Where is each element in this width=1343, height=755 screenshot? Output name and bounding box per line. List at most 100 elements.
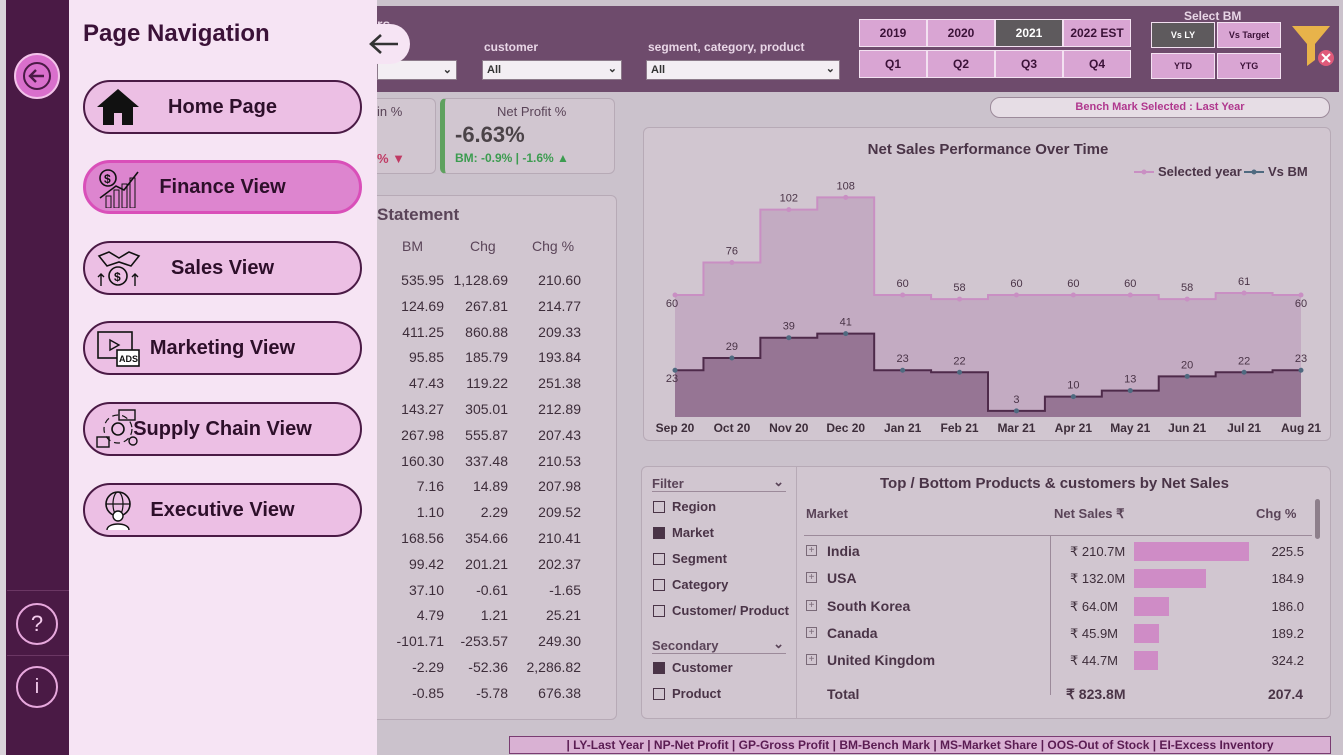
chevron-down-icon: ⌄ [773,636,784,651]
data-label: 60 [1295,298,1307,310]
nav-supply-chain-view[interactable]: Supply Chain View [83,402,362,456]
kpi-value: -6.63% [455,122,525,147]
bm-vs-target-button[interactable]: Vs Target [1217,22,1281,48]
tb-bar [1134,542,1249,561]
quarter-q3-button[interactable]: Q3 [995,50,1063,78]
scrollbar[interactable] [1315,499,1320,539]
kpi-card-net-profit: Net Profit % -6.63% BM: -0.9% | -1.6% ▲ [440,98,615,174]
nav-finance-view[interactable]: $ Finance View [83,160,362,214]
filter-option[interactable]: Segment [653,551,727,566]
pl-cell: 193.84 [538,349,581,366]
quarter-q4-button[interactable]: Q4 [1063,50,1131,78]
expand-plus-icon[interactable]: + [806,599,817,611]
checkbox[interactable] [653,578,665,591]
pl-cell: 7.16 [416,478,444,495]
tb-total-chg: 207.4 [1268,686,1304,702]
segment-dropdown[interactable]: All ⌄ [646,60,840,80]
close-nav-arrow-icon[interactable] [358,24,410,64]
checkbox[interactable] [653,552,665,565]
checkbox[interactable] [653,526,665,539]
filter-option[interactable]: Product [653,686,721,701]
bm-ytd-button[interactable]: YTD [1151,53,1215,79]
segment-label: segment, category, product [648,40,805,54]
pl-cell: -0.61 [476,581,508,598]
expand-plus-icon[interactable]: + [806,626,817,638]
x-tick-label: Jan 21 [884,421,922,435]
pl-cell: -101.71 [396,633,444,650]
filter-option[interactable]: Category [653,577,728,592]
info-icon[interactable]: i [16,666,58,708]
data-point [1013,408,1019,414]
tb-net-sales: ₹ 132.0M [1070,571,1126,587]
checkbox[interactable] [653,604,665,617]
back-arrow-icon[interactable] [14,53,60,99]
pl-cell: 2.29 [480,504,508,521]
help-icon[interactable]: ? [16,603,58,645]
pl-cell: 201.21 [465,555,508,572]
expand-plus-icon[interactable]: + [806,654,817,666]
tb-chg: 324.2 [1271,653,1304,669]
data-label: 13 [1124,374,1136,386]
data-point [1070,394,1076,400]
net-sales-chart: Net Sales Performance Over Time 60 76 102 10… [656,141,1322,435]
nav-marketing-view[interactable]: ADS Marketing View [83,321,362,375]
filter-option[interactable]: Market [653,525,714,540]
x-tick-label: May 21 [1110,421,1150,435]
clear-filters-icon[interactable] [1290,22,1334,68]
pl-cell: 337.48 [465,452,508,469]
x-tick-label: Nov 20 [769,421,809,435]
data-point [1127,388,1133,394]
x-tick-label: Aug 21 [1281,421,1321,435]
tb-chg: 189.2 [1271,625,1304,641]
kpi-sub: BM: -0.9% | -1.6% ▲ [455,151,569,165]
nav-home-page[interactable]: Home Page [83,80,362,134]
divider [7,590,69,591]
nav-sales-view[interactable]: $ Sales View [83,241,362,295]
x-tick-label: Sep 20 [656,421,695,435]
filter-option[interactable]: Customer [653,660,733,675]
quarter-q2-button[interactable]: Q2 [927,50,995,78]
pl-cell: 1,128.69 [453,272,509,288]
data-point [1184,296,1190,302]
pl-cell: 535.95 [401,272,444,288]
filter-option[interactable]: Customer/ Product [653,603,789,618]
year-2021-button[interactable]: 2021 [995,19,1063,47]
data-label: 58 [953,282,965,294]
tb-market-name: South Korea [827,597,911,614]
x-tick-label: Feb 21 [941,421,979,435]
data-label: 23 [666,373,678,385]
rail-edge [0,0,6,755]
chart-title: Net Sales Performance Over Time [868,141,1109,158]
x-tick-label: Apr 21 [1055,421,1093,435]
checkbox[interactable] [653,687,665,700]
year-2022-est-button[interactable]: 2022 EST [1063,19,1131,47]
data-label: 76 [726,245,738,257]
pl-cell: 37.10 [408,581,444,598]
filter-option-label: Customer [672,660,733,675]
data-label: 60 [1010,278,1022,290]
nav-executive-view[interactable]: Executive View [83,483,362,537]
pl-cell: -253.57 [460,633,508,650]
tb-bar [1134,596,1169,616]
filter-option-label: Region [672,499,717,514]
pl-cell: 251.38 [538,375,581,392]
expand-plus-icon[interactable]: + [806,545,817,556]
tb-total-sales: ₹ 823.8M [1066,686,1126,702]
pl-cell: 185.79 [465,349,508,366]
pl-title: Statement [377,205,460,224]
year-2020-button[interactable]: 2020 [927,19,995,47]
filter-panel-title: Filter ⌄ [652,474,786,492]
net-sales-chart-card: Net Sales Performance Over Time 60 76 102 10… [643,127,1331,441]
year-2019-button[interactable]: 2019 [859,19,927,47]
kpi-title: Net Profit % [497,104,567,119]
expand-plus-icon[interactable]: + [806,572,817,584]
data-label: 23 [1295,353,1307,365]
filter-option[interactable]: Region [653,499,716,514]
checkbox[interactable] [653,500,665,513]
data-label: 60 [1124,278,1136,290]
customer-dropdown[interactable]: All ⌄ [482,60,622,80]
bm-vs-ly-button[interactable]: Vs LY [1151,22,1215,48]
quarter-q1-button[interactable]: Q1 [859,50,927,78]
bm-ytg-button[interactable]: YTG [1217,53,1281,79]
checkbox[interactable] [653,661,665,674]
